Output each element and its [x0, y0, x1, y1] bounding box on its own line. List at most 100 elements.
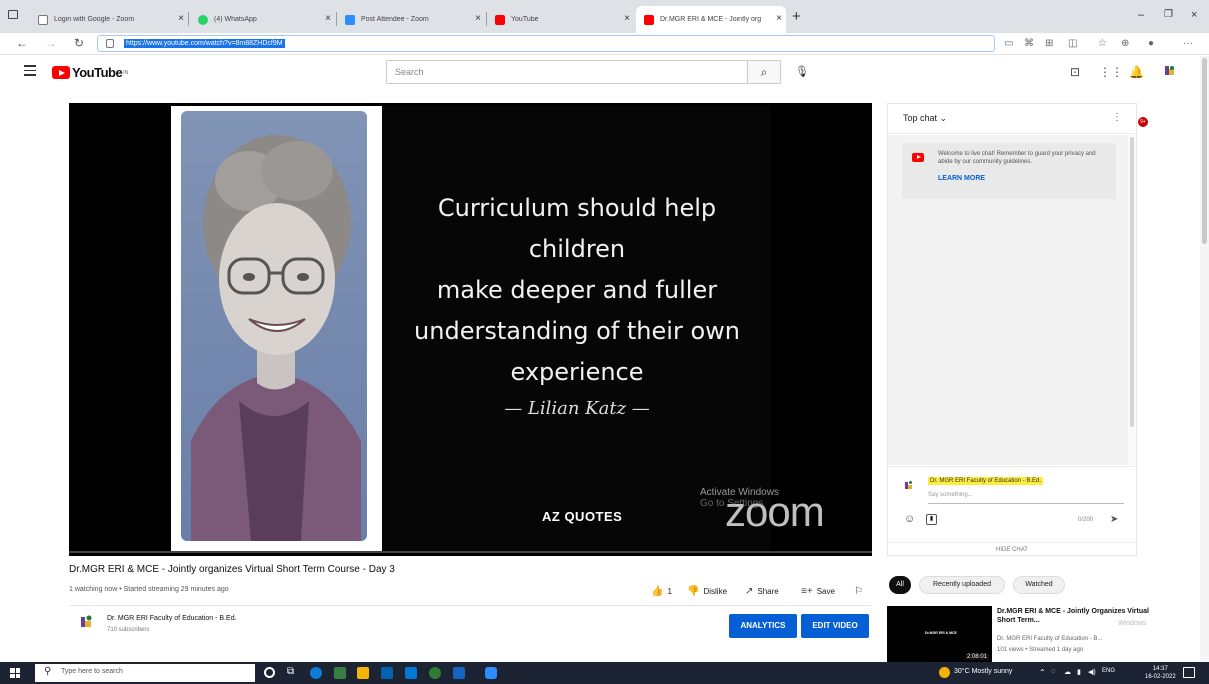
close-icon[interactable]: ×: [178, 13, 184, 24]
hide-chat-button[interactable]: HIDE CHAT: [888, 542, 1136, 553]
taskbar-search-box[interactable]: ⚲ Type here to search: [35, 664, 255, 682]
forward-icon[interactable]: →: [45, 36, 57, 50]
youtube-logo[interactable]: YouTube IN: [52, 65, 128, 80]
reload-icon[interactable]: ↻: [74, 36, 84, 50]
scrollbar-thumb[interactable]: [1202, 58, 1207, 244]
chip-recently-uploaded[interactable]: Recently uploaded: [919, 576, 1005, 594]
like-button[interactable]: 👍 1: [651, 586, 672, 597]
tab-zoom-attendee[interactable]: Post Attendee - Zoom ×: [337, 6, 485, 33]
region-code: IN: [123, 69, 129, 76]
live-chat-panel: Top chat ⌄ ⋮ Welcome to live chat! Remem…: [887, 103, 1137, 556]
dislike-button[interactable]: 👎 Dislike: [687, 586, 727, 597]
edge-icon[interactable]: [310, 667, 322, 679]
page-scrollbar[interactable]: [1200, 56, 1209, 662]
more-vert-icon[interactable]: ⋮: [1112, 112, 1122, 123]
cortana-icon[interactable]: [264, 667, 275, 678]
app-icon[interactable]: [429, 667, 441, 679]
chip-watched[interactable]: Watched: [1013, 576, 1065, 594]
scrollbar-thumb[interactable]: [1130, 137, 1134, 427]
chip-all[interactable]: All: [889, 576, 911, 594]
related-video-channel[interactable]: Dr. MGR ERI Faculty of Education - B...: [997, 636, 1102, 642]
mail-icon[interactable]: [405, 667, 417, 679]
close-icon[interactable]: ×: [325, 13, 331, 24]
zoom-taskbar-icon[interactable]: [485, 667, 497, 679]
video-meta: 1 watching now • Started streaming 29 mi…: [69, 586, 229, 593]
new-tab-button[interactable]: +: [792, 8, 801, 25]
back-icon[interactable]: ←: [16, 36, 28, 50]
channel-name[interactable]: Dr. MGR ERI Faculty of Education - B.Ed.: [107, 615, 237, 622]
search-input[interactable]: Search: [386, 60, 748, 84]
close-icon[interactable]: ×: [475, 13, 481, 24]
window-menu-icon[interactable]: [8, 10, 18, 19]
related-video-thumbnail[interactable]: Dr.MGR ERI & MCE 2:08:01: [887, 606, 992, 662]
learn-more-link[interactable]: LEARN MORE: [938, 175, 985, 182]
volume-icon[interactable]: ◀): [1088, 668, 1096, 676]
profile-icon[interactable]: ●: [1148, 38, 1154, 49]
chat-message-input[interactable]: Say something...: [928, 492, 973, 498]
windows-start-icon[interactable]: [10, 668, 20, 678]
app-available-icon[interactable]: ⊞: [1045, 38, 1053, 49]
report-button[interactable]: ⚐: [854, 586, 867, 597]
battery-icon[interactable]: ▮: [1077, 668, 1081, 676]
tab-youtube[interactable]: YouTube ×: [487, 6, 634, 33]
immersive-reader-icon[interactable]: ◫: [1068, 38, 1077, 49]
account-avatar[interactable]: [1163, 64, 1177, 78]
chat-mode-dropdown[interactable]: Top chat ⌄: [903, 113, 947, 124]
weather-text[interactable]: 30°C Mostly sunny: [954, 668, 1012, 675]
progress-bar[interactable]: [69, 551, 872, 553]
excel-icon[interactable]: [334, 667, 346, 679]
more-options-icon[interactable]: ···: [1183, 38, 1193, 49]
emoji-icon[interactable]: ☺: [904, 513, 915, 525]
close-icon[interactable]: ×: [624, 13, 630, 24]
file-explorer-icon[interactable]: [357, 667, 369, 679]
quote-text: Curriculum should help children make dee…: [393, 188, 761, 393]
menu-icon[interactable]: [24, 65, 36, 79]
weather-icon[interactable]: [939, 667, 950, 678]
related-video-views: 101 views • Streamed 1 day ago: [997, 647, 1084, 653]
share-label: Share: [757, 587, 779, 596]
notifications-icon[interactable]: 🔔: [1129, 65, 1144, 79]
task-view-icon[interactable]: ⧉: [287, 666, 294, 677]
edit-video-button[interactable]: EDIT VIDEO: [801, 614, 869, 638]
quote-line: Curriculum should help children: [437, 194, 717, 263]
tab-current-video[interactable]: Dr.MGR ERI & MCE - Jointly org ×: [636, 6, 786, 33]
apps-grid-icon[interactable]: ⋮⋮: [1099, 65, 1123, 79]
chat-header: Top chat ⌄ ⋮: [888, 104, 1136, 134]
close-window-icon[interactable]: ×: [1191, 9, 1197, 21]
notification-badge: 9+: [1138, 117, 1148, 127]
url-field[interactable]: https://www.youtube.com/watch?v=8m88ZHDc…: [97, 35, 995, 52]
onedrive-icon[interactable]: ☁: [1064, 668, 1071, 676]
store-icon[interactable]: [381, 667, 393, 679]
word-icon[interactable]: [453, 667, 465, 679]
read-aloud-icon[interactable]: ▭: [1004, 38, 1013, 49]
search-button[interactable]: ⌕: [747, 60, 781, 84]
show-hidden-icons[interactable]: ⌃: [1039, 668, 1046, 677]
taskbar-clock[interactable]: 14:37 16-02-2022: [1145, 665, 1176, 681]
share-button[interactable]: ↗ Share: [745, 586, 779, 597]
close-icon[interactable]: ×: [776, 13, 782, 24]
translate-icon[interactable]: ⌘: [1024, 38, 1034, 49]
favorites-icon[interactable]: ☆: [1098, 38, 1107, 49]
create-video-icon[interactable]: ⊡: [1070, 65, 1080, 79]
chat-user-name: Dr. MGR ERI Faculty of Education - B.Ed.: [928, 477, 1044, 485]
restore-icon[interactable]: ❐: [1164, 9, 1173, 20]
welcome-text: Welcome to live chat! Remember to guard …: [938, 151, 1096, 165]
save-button[interactable]: ≡+ Save: [801, 586, 835, 597]
super-sticker-icon[interactable]: ▮: [926, 514, 937, 525]
video-player[interactable]: Curriculum should help children make dee…: [69, 103, 872, 556]
action-center-icon[interactable]: [1183, 667, 1195, 678]
tab-zoom-login[interactable]: Login with Google - Zoom ×: [30, 6, 188, 33]
like-count: 1: [667, 587, 672, 596]
voice-search-icon[interactable]: 🎙: [795, 65, 809, 78]
url-text[interactable]: https://www.youtube.com/watch?v=8m88ZHDc…: [124, 39, 285, 48]
send-icon[interactable]: ➤: [1110, 514, 1118, 525]
minimize-icon[interactable]: –: [1138, 9, 1144, 21]
keyboard-lang[interactable]: ENG: [1102, 668, 1115, 674]
channel-avatar[interactable]: [79, 614, 95, 630]
collections-icon[interactable]: ⊕: [1121, 38, 1129, 49]
chat-scrollbar[interactable]: [1128, 135, 1136, 465]
network-icon[interactable]: ◌: [1051, 668, 1055, 675]
chat-messages: Welcome to live chat! Remember to guard …: [888, 135, 1128, 465]
analytics-button[interactable]: ANALYTICS: [729, 614, 797, 638]
tab-whatsapp[interactable]: (4) WhatsApp ×: [190, 6, 335, 33]
